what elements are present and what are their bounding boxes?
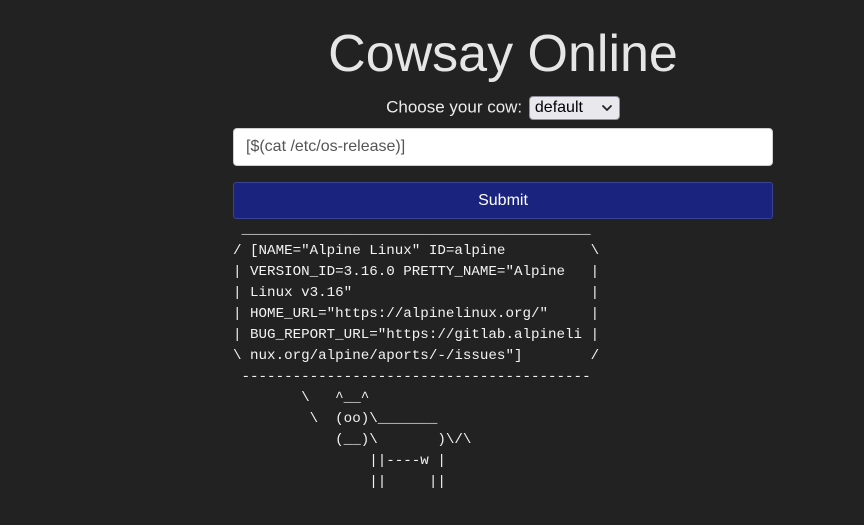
cowsay-page: Cowsay Online Choose your cow: default S…: [0, 0, 864, 525]
output-line: \ ^__^: [233, 390, 370, 406]
cow-select-value: default: [534, 98, 583, 116]
output-line: (__)\ )\/\: [233, 432, 472, 448]
output-line: | BUG_REPORT_URL="https://gitlab.alpinel…: [233, 327, 600, 343]
output-line: ________________________________________…: [233, 222, 591, 238]
message-input[interactable]: [233, 128, 773, 166]
output-line: | VERSION_ID=3.16.0 PRETTY_NAME="Alpine …: [233, 264, 600, 280]
output-line: \ (oo)\_______: [233, 411, 438, 427]
output-line: / [NAME="Alpine Linux" ID=alpine \: [233, 243, 600, 259]
output-line: || ||: [233, 474, 446, 490]
submit-button[interactable]: Submit: [233, 182, 773, 219]
output-line: \ nux.org/alpine/aports/-/issues"] /: [233, 348, 600, 364]
output-line: ----------------------------------------…: [233, 369, 591, 385]
cow-selector-row: Choose your cow: default: [233, 95, 773, 120]
output-line: | Linux v3.16" |: [233, 285, 600, 301]
chevron-down-icon: [602, 104, 612, 111]
output-line: | HOME_URL="https://alpinelinux.org/" |: [233, 306, 600, 322]
cow-selector-label: Choose your cow:: [386, 97, 523, 117]
cowsay-output: ________________________________________…: [233, 220, 599, 493]
output-line: ||----w |: [233, 453, 446, 469]
cow-select-dropdown[interactable]: default: [528, 95, 620, 120]
page-title: Cowsay Online: [328, 25, 678, 83]
